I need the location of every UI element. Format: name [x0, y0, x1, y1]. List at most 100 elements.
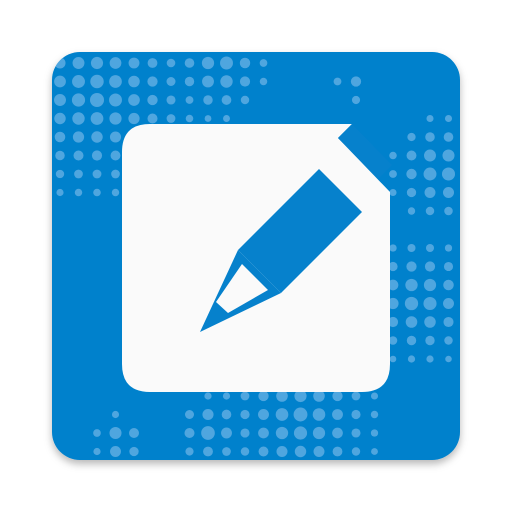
- halftone-dot: [110, 446, 121, 457]
- halftone-dot: [220, 75, 233, 88]
- halftone-dot: [109, 131, 122, 143]
- app-icon: [52, 52, 472, 460]
- halftone-dot: [293, 426, 308, 440]
- halftone-dot: [424, 261, 436, 272]
- halftone-dot: [423, 278, 437, 292]
- halftone-dot: [464, 337, 471, 344]
- halftone-dot: [389, 188, 397, 197]
- halftone-dot: [220, 56, 233, 70]
- halftone-dot: [222, 392, 231, 400]
- halftone-dot: [406, 150, 417, 161]
- halftone-dot: [90, 74, 104, 89]
- halftone-dot: [423, 296, 437, 311]
- halftone-dot: [222, 447, 231, 456]
- halftone-dot: [351, 409, 361, 420]
- halftone-dot: [463, 318, 471, 326]
- halftone-dot: [203, 446, 213, 457]
- halftone-dot: [425, 335, 435, 346]
- halftone-dot: [405, 278, 418, 292]
- halftone-dot: [93, 429, 101, 437]
- halftone-dot: [89, 92, 105, 108]
- halftone-dot: [221, 409, 232, 420]
- halftone-dot: [129, 446, 139, 457]
- halftone-dot: [201, 56, 215, 70]
- halftone-dot: [221, 427, 232, 439]
- halftone-dot: [350, 76, 362, 87]
- halftone-dot: [258, 390, 269, 402]
- halftone-dot: [92, 169, 102, 179]
- halftone-dot: [444, 206, 453, 216]
- halftone-dot: [442, 186, 455, 199]
- halftone-dot: [332, 446, 343, 457]
- halftone-dot: [462, 150, 472, 160]
- halftone-dot: [91, 150, 103, 161]
- halftone-dot: [406, 168, 417, 180]
- halftone-dot: [259, 59, 268, 67]
- halftone-dot: [351, 447, 361, 456]
- halftone-dot: [240, 409, 250, 420]
- halftone-dot: [72, 75, 85, 88]
- halftone-dot: [90, 56, 104, 70]
- halftone-dot: [443, 279, 454, 291]
- halftone-dot: [424, 187, 436, 198]
- halftone-dot: [370, 410, 379, 419]
- halftone-dot: [463, 207, 471, 215]
- halftone-dot: [54, 57, 66, 69]
- halftone-dot: [426, 355, 434, 363]
- halftone-dot: [275, 408, 289, 421]
- halftone-dot: [389, 244, 397, 252]
- halftone-dot: [388, 336, 398, 345]
- halftone-dot: [443, 298, 454, 309]
- halftone-dot: [443, 132, 454, 142]
- halftone-dot: [54, 94, 66, 106]
- halftone-dot: [462, 188, 471, 197]
- halftone-dot: [109, 93, 122, 107]
- halftone-dot: [128, 57, 140, 69]
- halftone-dot: [109, 426, 122, 440]
- halftone-dot: [423, 167, 437, 181]
- halftone-dot: [259, 77, 268, 86]
- halftone-dot: [313, 446, 325, 457]
- halftone-dot: [275, 426, 289, 440]
- halftone-dot: [426, 114, 434, 123]
- halftone-dot: [258, 446, 269, 457]
- halftone-dot: [240, 95, 250, 105]
- halftone-dot: [128, 112, 140, 125]
- halftone-dot: [72, 57, 85, 69]
- halftone-dot: [204, 115, 212, 122]
- halftone-dot: [185, 447, 194, 456]
- halftone-dot: [72, 131, 85, 143]
- halftone-dot: [128, 427, 140, 439]
- halftone-dot: [407, 243, 416, 253]
- halftone-dot: [370, 392, 379, 400]
- halftone-dot: [312, 426, 326, 440]
- halftone-dot: [147, 113, 158, 124]
- halftone-dot: [55, 169, 65, 179]
- halftone-dot: [463, 263, 470, 270]
- halftone-dot: [204, 392, 212, 400]
- halftone-dot: [91, 131, 103, 143]
- halftone-dot: [202, 75, 214, 88]
- halftone-dot: [370, 429, 379, 437]
- halftone-dot: [406, 335, 417, 346]
- halftone-dot: [147, 94, 158, 106]
- halftone-dot: [333, 77, 342, 86]
- halftone-dot: [110, 150, 121, 161]
- halftone-dot: [425, 206, 435, 216]
- halftone-dot: [166, 58, 176, 68]
- halftone-dot: [184, 427, 195, 439]
- halftone-dot: [111, 188, 120, 197]
- halftone-dot: [90, 112, 104, 125]
- halftone-dot: [424, 316, 436, 328]
- halftone-dot: [425, 243, 435, 253]
- halftone-dot: [442, 149, 455, 162]
- halftone-dot: [185, 114, 194, 123]
- halftone-dot: [71, 93, 86, 107]
- halftone-dot: [444, 244, 453, 252]
- halftone-dot: [294, 445, 307, 458]
- halftone-dot: [54, 131, 66, 143]
- halftone-dot: [166, 95, 176, 105]
- halftone-dot: [56, 188, 64, 197]
- halftone-dot: [93, 447, 101, 456]
- halftone-dot: [185, 410, 194, 419]
